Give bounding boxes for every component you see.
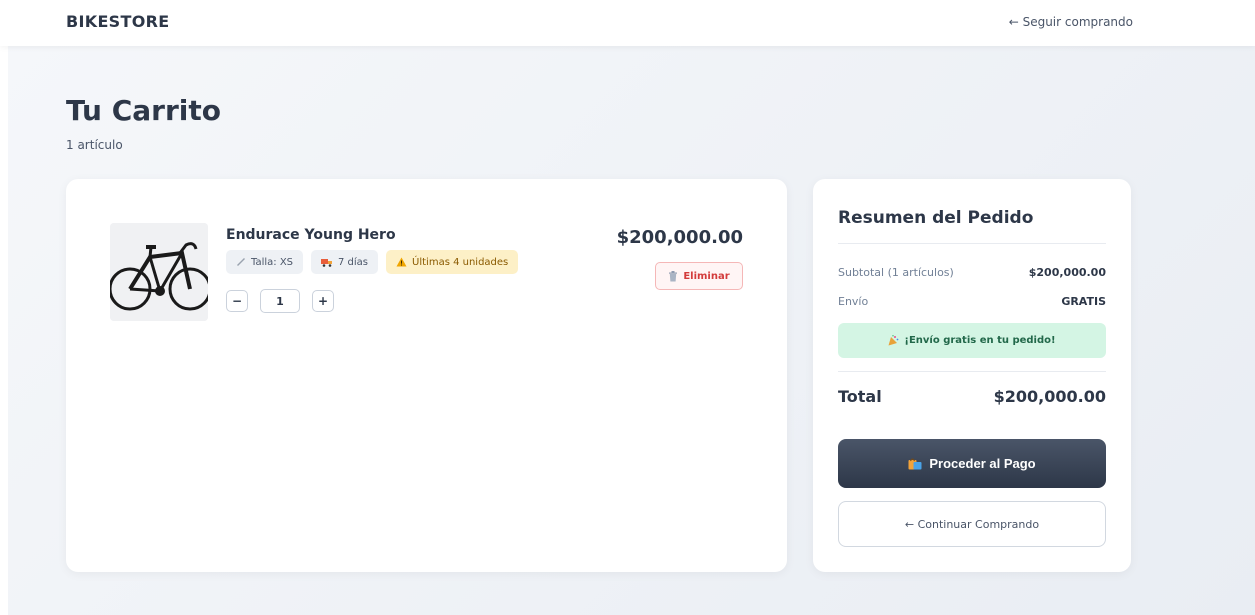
quantity-input[interactable] — [260, 289, 300, 313]
shipping-value: GRATIS — [1061, 295, 1106, 308]
subtotal-label: Subtotal (1 artículos) — [838, 266, 954, 279]
product-name[interactable]: Endurace Young Hero — [226, 227, 396, 243]
increase-quantity-button[interactable]: + — [312, 290, 334, 312]
subtotal-row: Subtotal (1 artículos) $200,000.00 — [838, 266, 1106, 279]
subtotal-value: $200,000.00 — [1028, 266, 1106, 279]
product-tags: Talla: XS 7 días Últimas 4 unidades — [226, 250, 519, 274]
ruler-icon — [236, 257, 246, 267]
shipping-label: Envío — [838, 295, 869, 308]
shopping-bags-icon — [908, 457, 922, 470]
product-price: $200,000.00 — [616, 227, 743, 248]
checkout-label: Proceder al Pago — [929, 456, 1036, 471]
free-shipping-banner: ¡Envío gratis en tu pedido! — [838, 323, 1106, 358]
brand-logo[interactable]: BIKESTORE — [66, 12, 169, 31]
party-icon — [888, 335, 899, 346]
size-tag-label: Talla: XS — [251, 256, 294, 268]
cart-page: Tu Carrito 1 artículo Endurace Young Her — [8, 46, 1255, 615]
total-label: Total — [838, 387, 882, 406]
truck-icon — [321, 257, 333, 267]
total-divider — [838, 371, 1106, 372]
shipping-row: Envío GRATIS — [838, 295, 1106, 308]
remove-item-label: Eliminar — [683, 270, 730, 282]
order-summary-card: Resumen del Pedido Subtotal (1 artículos… — [813, 179, 1131, 572]
item-count: 1 artículo — [66, 138, 123, 152]
product-image — [110, 223, 208, 321]
checkout-button[interactable]: Proceder al Pago — [838, 439, 1106, 488]
delivery-tag: 7 días — [311, 250, 379, 274]
continue-shopping-button[interactable]: ← Continuar Comprando — [838, 501, 1106, 547]
top-navbar: BIKESTORE ← Seguir comprando — [0, 0, 1255, 46]
trash-icon — [668, 270, 678, 282]
remove-item-button[interactable]: Eliminar — [655, 262, 743, 290]
warning-icon — [396, 257, 407, 267]
summary-divider — [838, 243, 1106, 244]
total-row: Total $200,000.00 — [838, 387, 1106, 406]
bike-image — [110, 223, 208, 321]
decrease-quantity-button[interactable]: − — [226, 290, 248, 312]
page-title: Tu Carrito — [66, 94, 221, 127]
total-value: $200,000.00 — [993, 387, 1106, 406]
free-shipping-text: ¡Envío gratis en tu pedido! — [904, 335, 1056, 346]
size-tag: Talla: XS — [226, 250, 304, 274]
summary-title: Resumen del Pedido — [838, 208, 1034, 228]
quantity-stepper: − + — [226, 289, 334, 313]
continue-shopping-link[interactable]: ← Seguir comprando — [1009, 15, 1133, 29]
stock-tag-label: Últimas 4 unidades — [412, 256, 509, 268]
cart-items-card: Endurace Young Hero Talla: XS 7 días Últ… — [66, 179, 787, 572]
delivery-tag-label: 7 días — [338, 256, 369, 268]
stock-tag: Últimas 4 unidades — [386, 250, 519, 274]
